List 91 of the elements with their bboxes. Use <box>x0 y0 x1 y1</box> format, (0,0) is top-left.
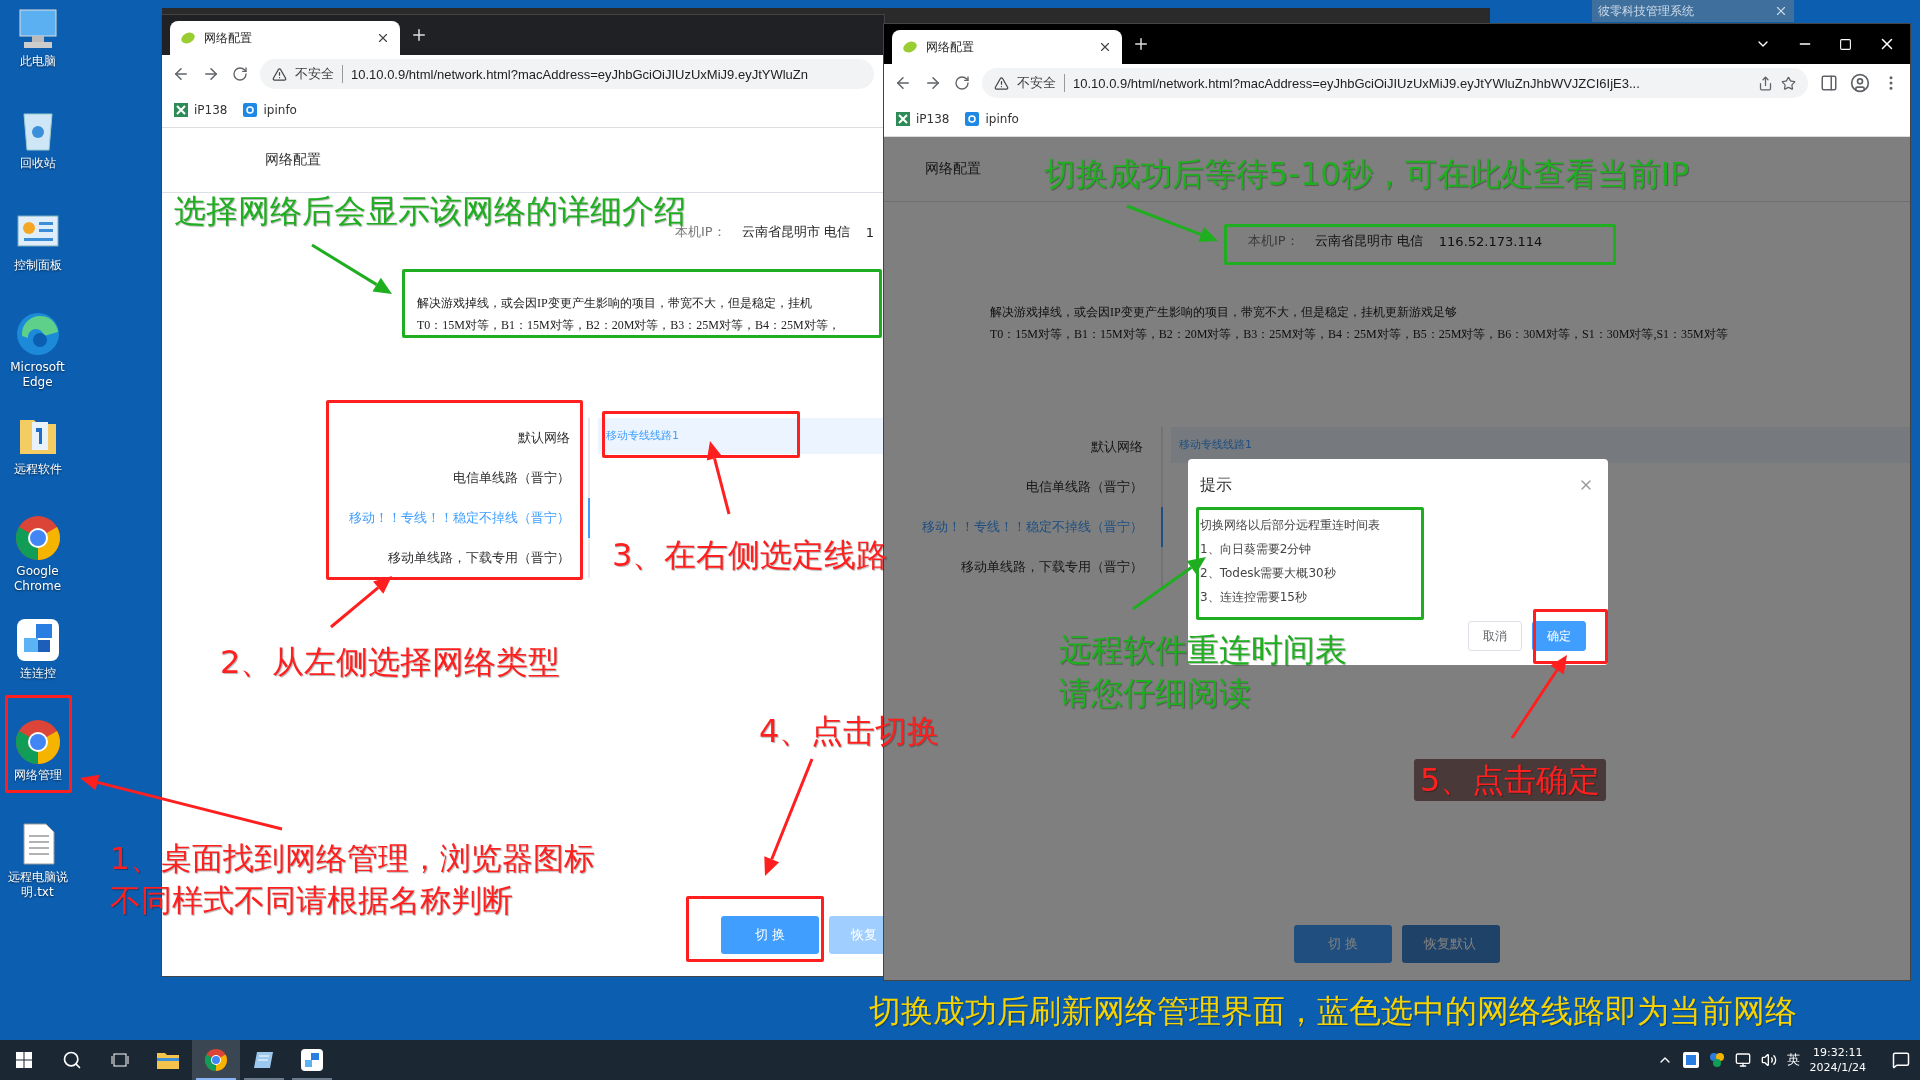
back-icon[interactable] <box>172 65 190 83</box>
page-heading: 网络配置 <box>265 151 321 169</box>
new-tab-icon[interactable] <box>1132 35 1150 53</box>
description-line: 解决游戏掉线，或会因IP变更产生影响的项目，带宽不大，但是稳定，挂机 <box>417 295 813 312</box>
tray-app-icon[interactable] <box>1708 1052 1725 1068</box>
side-panel-icon[interactable] <box>1820 74 1838 92</box>
clock[interactable]: 19:32:11 2024/1/24 <box>1809 1045 1866 1075</box>
leaf-icon <box>902 40 918 54</box>
page-heading: 网络配置 <box>925 160 981 178</box>
bookmark[interactable]: iP138 <box>896 112 950 126</box>
browser-icon <box>204 1048 228 1072</box>
annotation-text: 5、点击确定 <box>1420 761 1601 800</box>
arrow <box>330 576 392 629</box>
dialog-text: 切换网络以后部分远程重连时间表 <box>1200 517 1381 534</box>
dialog-text: 3、连连控需要15秒 <box>1200 589 1308 606</box>
cancel-button[interactable]: 取消 <box>1468 621 1522 651</box>
volume-icon[interactable] <box>1760 1052 1777 1068</box>
annotation-text: 切换成功后刷新网络管理界面，蓝色选中的网络线路即为当前网络 <box>869 992 1797 1031</box>
leaf-icon <box>180 31 196 45</box>
notification-icon[interactable] <box>1892 1051 1910 1069</box>
network-icon[interactable] <box>1734 1052 1751 1068</box>
desktop-icon-label[interactable]: 控制面板 <box>1 258 74 273</box>
desktop-icon-label[interactable]: Google Chrome <box>1 564 74 594</box>
annotation-text: 请您仔细阅读 <box>1059 674 1251 713</box>
bookmark[interactable]: ipinfo <box>965 112 1019 126</box>
network-type-item[interactable]: 电信单线路（晋宁） <box>1026 473 1143 501</box>
annotation-text: 1、桌面找到网络管理，浏览器图标 <box>110 840 595 878</box>
input-method-indicator[interactable]: 英 <box>1786 1051 1800 1069</box>
desktop-icon-label[interactable]: Microsoft Edge <box>1 360 74 390</box>
desktop-icon-label[interactable]: 连连控 <box>1 666 74 681</box>
ip-location: 云南省昆明市 电信 <box>1314 232 1423 250</box>
desktop-icon-label[interactable]: 网络管理 <box>1 768 74 783</box>
share-icon[interactable] <box>1758 75 1773 91</box>
description-line: T0：15M对等，B1：15M对等，B2：20M对等，B3：25M对等，B4：25M对等，B5：25M对等，B6：30M对等，S1：30M对等,S1：35M对等 <box>990 326 1729 343</box>
maximize-icon[interactable] <box>1839 37 1852 51</box>
browser-icon[interactable] <box>13 718 62 766</box>
app-icon <box>301 1049 323 1071</box>
dialog-text: 2、Todesk需要大概30秒 <box>1200 565 1337 582</box>
warning-icon <box>272 66 287 82</box>
search-icon <box>62 1050 82 1070</box>
ip-label: 本机IP： <box>1248 232 1299 250</box>
desktop-icon-label[interactable]: 此电脑 <box>1 54 74 69</box>
windows-logo-icon <box>16 1052 32 1068</box>
network-type-item[interactable]: 默认网络 <box>1091 433 1143 461</box>
dialog-title: 提示 <box>1200 474 1232 496</box>
forward-icon[interactable] <box>202 65 220 83</box>
clock-date: 2024/1/24 <box>1809 1060 1866 1075</box>
annotation-text: 切换成功后等待5-10秒，可在此处查看当前IP <box>1044 155 1690 194</box>
forward-icon[interactable] <box>924 74 942 92</box>
annotation-text: 2、从左侧选择网络类型 <box>220 643 561 682</box>
pin-icon <box>965 112 980 126</box>
bookmark[interactable]: iP138 <box>174 103 228 117</box>
star-icon[interactable] <box>1781 75 1796 91</box>
new-tab-icon[interactable] <box>410 26 428 44</box>
profile-icon[interactable] <box>1850 73 1870 93</box>
ip-location: 云南省昆明市 电信 <box>741 223 850 241</box>
folder-icon <box>157 1051 179 1069</box>
desktop-icon-label[interactable]: 远程电脑说明.txt <box>1 870 74 900</box>
cross-icon <box>896 112 910 126</box>
bookmark[interactable]: ipinfo <box>243 103 297 117</box>
address-bar[interactable]: 不安全 10.10.0.9/html/network.html?macAddress=eyJhbGciOiJIUzUxMiJ9.eyJtYWluZnJhbWVJZCI6IjE3... <box>982 68 1808 98</box>
address-bar[interactable]: 不安全 10.10.0.9/html/network.html?macAddress=eyJhbGciOiJIUzUxMiJ9.eyJtYWluZn <box>260 59 874 89</box>
ip-address: 1 <box>865 224 875 240</box>
network-type-item[interactable]: 移动单线路，下载专用（晋宁） <box>961 553 1143 581</box>
task-view-icon <box>111 1052 129 1068</box>
reload-icon[interactable] <box>954 75 970 91</box>
cross-icon <box>174 103 188 117</box>
close-icon[interactable] <box>376 31 390 45</box>
pin-icon <box>243 103 258 117</box>
desktop-icon-label[interactable]: 回收站 <box>1 156 74 171</box>
window-title: 彼零科技管理系统 <box>1598 2 1694 20</box>
close-icon[interactable] <box>1098 40 1112 54</box>
browser-icon[interactable] <box>13 514 62 562</box>
description-line: 解决游戏掉线，或会因IP变更产生影响的项目，带宽不大，但是稳定，挂机更新游戏足够 <box>990 304 1458 321</box>
clock-time: 19:32:11 <box>1813 1045 1863 1060</box>
network-type-item[interactable]: 移动单线路，下载专用（晋宁） <box>388 544 570 572</box>
tray-app-icon[interactable] <box>1682 1052 1699 1068</box>
dialog-text: 1、向日葵需要2分钟 <box>1200 541 1313 558</box>
description-line: T0：15M对等，B1：15M对等，B2：20M对等，B3：25M对等，B4：25M对等， <box>417 317 841 334</box>
back-icon[interactable] <box>894 74 912 92</box>
desktop-icon-label[interactable]: 远程软件 <box>1 462 74 477</box>
ip-address: 116.52.173.114 <box>1438 233 1543 249</box>
reload-icon[interactable] <box>232 66 248 82</box>
network-type-item[interactable]: 电信单线路（晋宁） <box>453 464 570 492</box>
tab-title: 网络配置 <box>204 29 253 47</box>
browser-tab[interactable]: 网络配置 <box>892 30 1122 64</box>
notepad-icon <box>253 1050 275 1070</box>
network-type-item[interactable]: 默认网络 <box>518 424 570 452</box>
browser-tab[interactable]: 网络配置 <box>170 21 400 55</box>
tab-title: 网络配置 <box>926 38 975 56</box>
warning-icon <box>994 75 1009 91</box>
